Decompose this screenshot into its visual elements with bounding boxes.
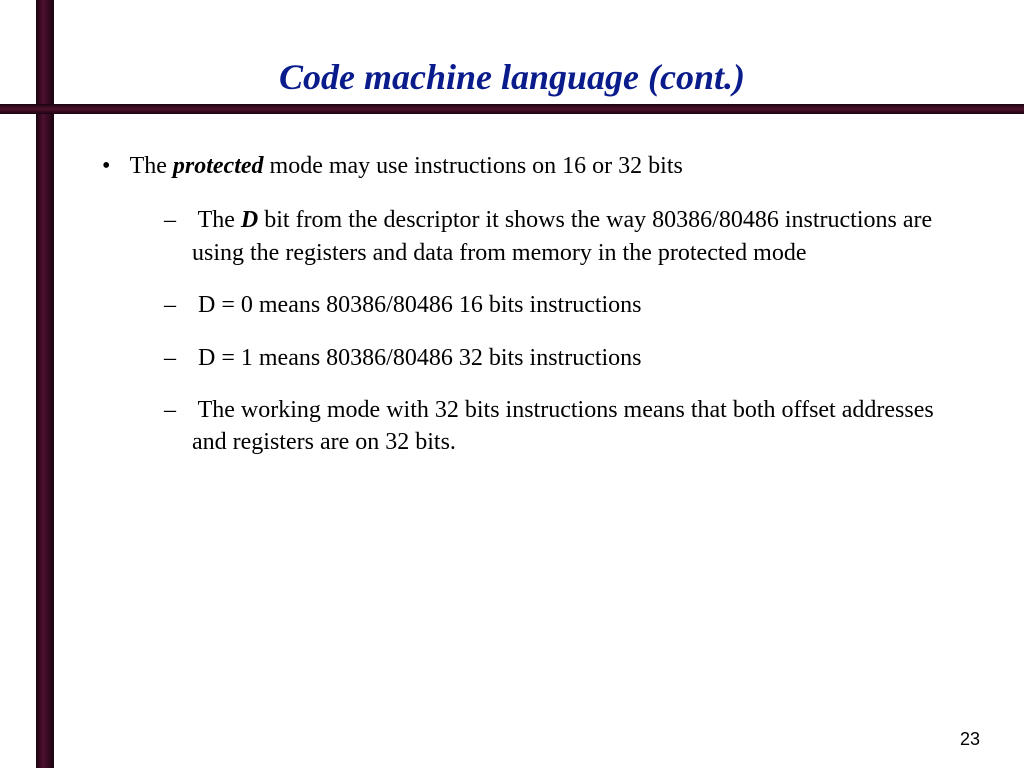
sub-bullet-3-text: The working mode with 32 bits instructio… <box>192 397 934 455</box>
vertical-accent-bar <box>36 0 54 768</box>
page-number: 23 <box>960 729 980 750</box>
sub-bullet-0-post: bit from the descriptor it shows the way… <box>192 207 932 265</box>
bullet-main-pre: The <box>130 153 173 179</box>
bullet-main-bold: protected <box>173 153 264 179</box>
sub-bullet-1-text: D = 0 means 80386/80486 16 bits instruct… <box>198 292 642 318</box>
sub-bullet-3: The working mode with 32 bits instructio… <box>164 394 954 459</box>
sub-bullet-2: D = 1 means 80386/80486 32 bits instruct… <box>164 342 954 374</box>
slide-body: The protected mode may use instructions … <box>90 150 954 479</box>
sub-bullet-1: D = 0 means 80386/80486 16 bits instruct… <box>164 289 954 321</box>
sub-bullet-2-text: D = 1 means 80386/80486 32 bits instruct… <box>198 345 642 371</box>
sub-bullet-0-pre: The <box>198 207 241 233</box>
bullet-main-post: mode may use instructions on 16 or 32 bi… <box>264 153 683 179</box>
horizontal-accent-bar <box>0 104 1024 114</box>
bullet-main: The protected mode may use instructions … <box>90 150 954 459</box>
sub-bullet-0-bold: D <box>241 207 258 233</box>
slide-title: Code machine language (cont.) <box>60 56 964 98</box>
sub-bullet-0: The D bit from the descriptor it shows t… <box>164 204 954 269</box>
